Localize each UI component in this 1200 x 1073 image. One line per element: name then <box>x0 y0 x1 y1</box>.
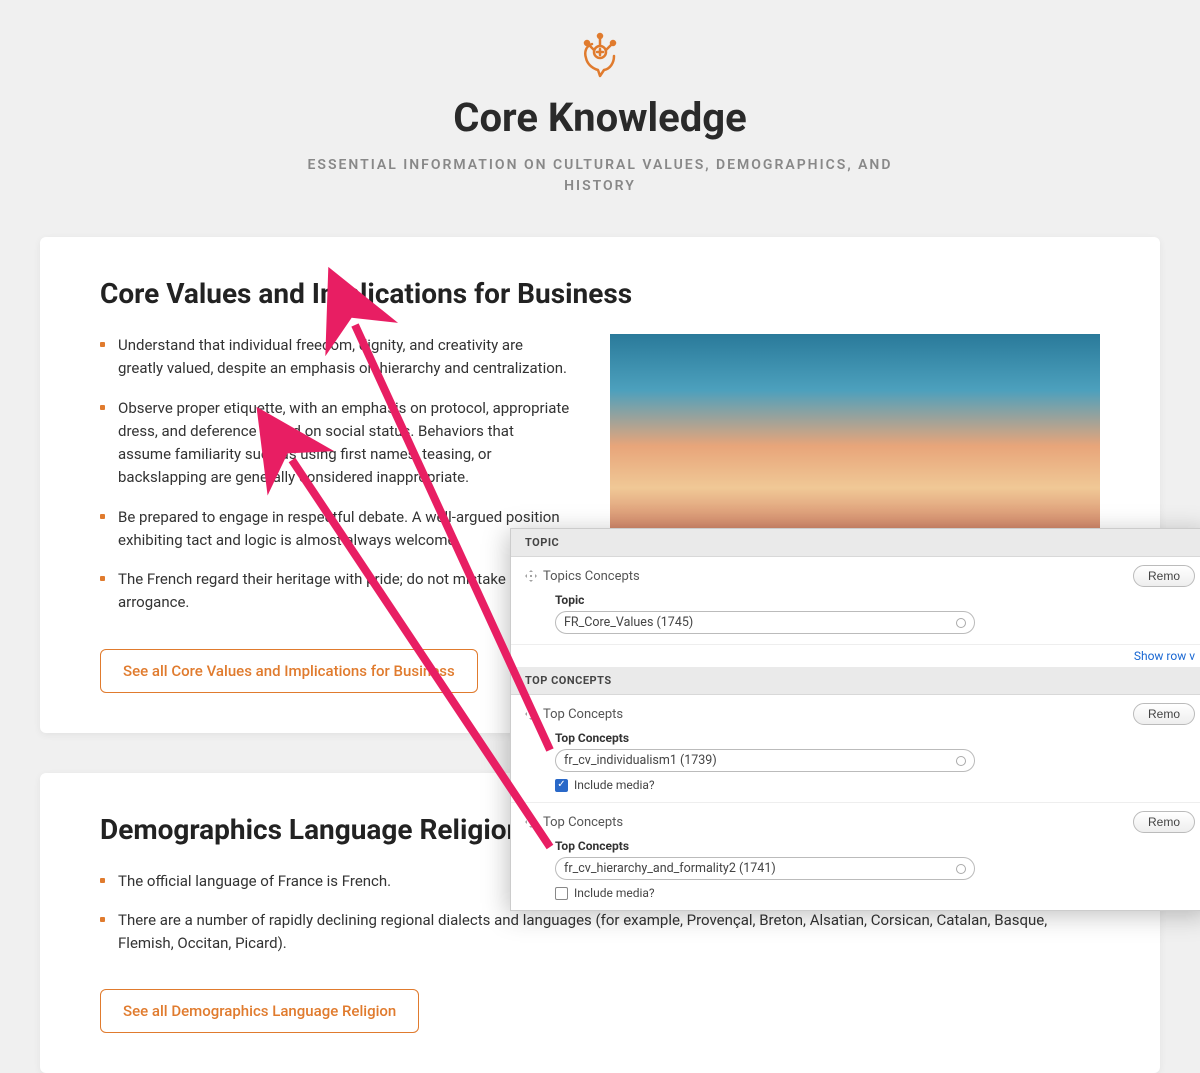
panel-row-topic: Topics Concepts Remo Topic FR_Core_Value… <box>511 557 1200 645</box>
move-icon[interactable] <box>525 708 537 720</box>
page-subtitle: ESSENTIAL INFORMATION ON CULTURAL VALUES… <box>300 155 900 197</box>
admin-panel: TOPIC Topics Concepts Remo Topic FR_Core… <box>510 528 1200 911</box>
list-item: The French regard their heritage with pr… <box>100 568 570 615</box>
see-all-button[interactable]: See all Demographics Language Religion <box>100 989 419 1033</box>
tc-label: Top Concepts <box>555 839 1195 853</box>
tc-input[interactable]: fr_cv_individualism1 (1739) <box>555 749 975 772</box>
dropdown-indicator-icon <box>956 864 966 874</box>
include-media-label: Include media? <box>574 778 655 792</box>
dropdown-indicator-icon <box>956 756 966 766</box>
list-item: Be prepared to engage in respectful deba… <box>100 506 570 553</box>
bullet-list: Understand that individual freedom, dign… <box>100 334 570 615</box>
list-item: Understand that individual freedom, dign… <box>100 334 570 381</box>
panel-section-top-concepts: TOP CONCEPTS <box>511 667 1200 695</box>
see-all-button[interactable]: See all Core Values and Implications for… <box>100 649 478 693</box>
move-icon[interactable] <box>525 570 537 582</box>
card-title: Core Values and Implications for Busines… <box>100 277 1100 310</box>
remove-button[interactable]: Remo <box>1133 565 1195 587</box>
topic-input[interactable]: FR_Core_Values (1745) <box>555 611 975 634</box>
brain-logo-icon <box>574 30 626 86</box>
remove-button[interactable]: Remo <box>1133 811 1195 833</box>
tc-label: Top Concepts <box>555 731 1195 745</box>
panel-section-topic: TOPIC <box>511 529 1200 557</box>
list-item: There are a number of rapidly declining … <box>100 909 1100 956</box>
include-media-label: Include media? <box>574 886 655 900</box>
remove-button[interactable]: Remo <box>1133 703 1195 725</box>
panel-row-tc2: Top Concepts Remo Top Concepts fr_cv_hie… <box>511 803 1200 910</box>
dropdown-indicator-icon <box>956 618 966 628</box>
show-row-link[interactable]: Show row v <box>511 645 1200 667</box>
include-media-checkbox[interactable]: ✓ <box>555 779 568 792</box>
topic-label: Topic <box>555 593 1195 607</box>
list-item: Observe proper etiquette, with an emphas… <box>100 397 570 490</box>
tc-header-label: Top Concepts <box>543 707 623 722</box>
topics-concepts-label: Topics Concepts <box>543 569 640 584</box>
panel-row-tc1: Top Concepts Remo Top Concepts fr_cv_ind… <box>511 695 1200 803</box>
move-icon[interactable] <box>525 816 537 828</box>
tc-header-label: Top Concepts <box>543 815 623 830</box>
include-media-checkbox[interactable] <box>555 887 568 900</box>
page-title: Core Knowledge <box>0 94 1200 141</box>
tc-value: fr_cv_hierarchy_and_formality2 (1741) <box>564 861 776 876</box>
tc-input[interactable]: fr_cv_hierarchy_and_formality2 (1741) <box>555 857 975 880</box>
topic-value: FR_Core_Values (1745) <box>564 615 693 630</box>
tc-value: fr_cv_individualism1 (1739) <box>564 753 717 768</box>
